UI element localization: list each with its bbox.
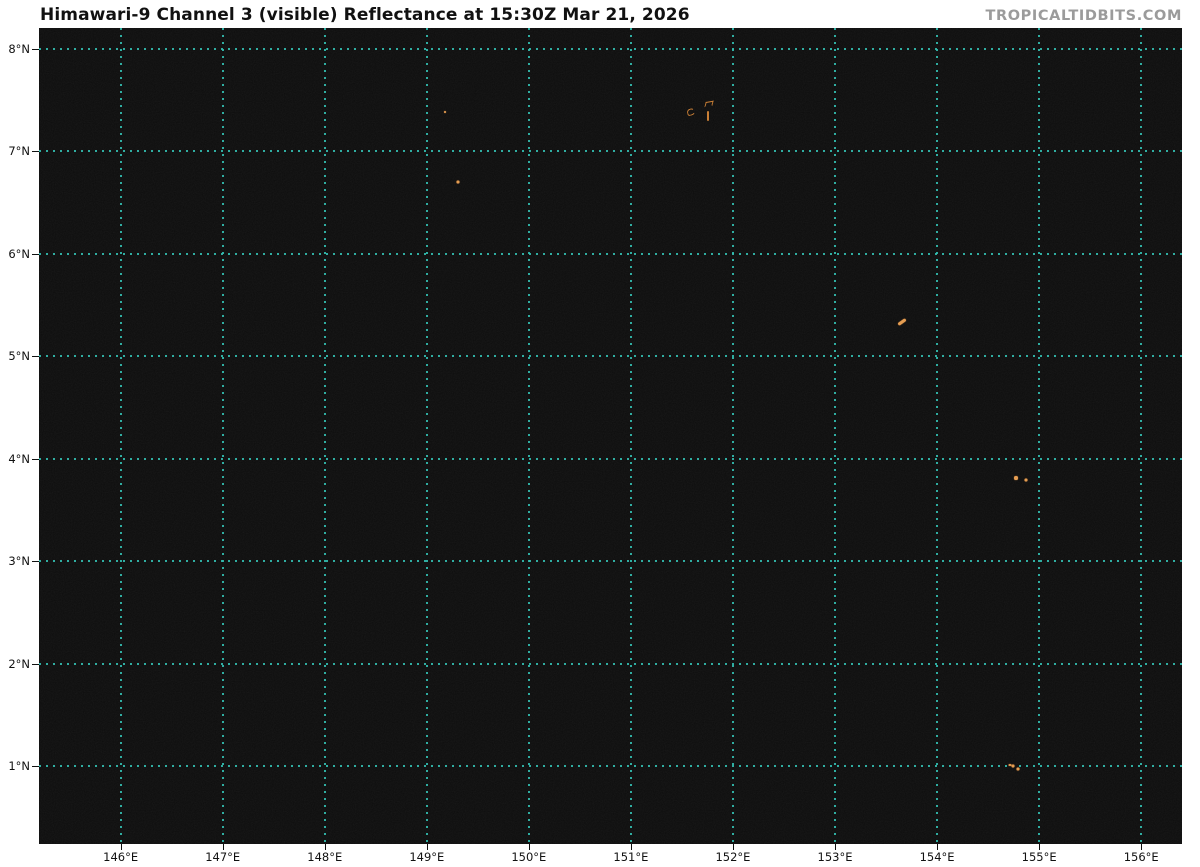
lon-tick-label: 150°E bbox=[511, 850, 547, 864]
graticule-line-lon bbox=[527, 28, 530, 844]
lat-tick-label: 5°N bbox=[8, 349, 30, 364]
island-sliver bbox=[707, 111, 710, 122]
lat-tick-label: 6°N bbox=[8, 246, 30, 261]
lon-axis-tick bbox=[222, 844, 224, 850]
graticule-line-lat bbox=[39, 662, 1182, 665]
page-title: Himawari-9 Channel 3 (visible) Reflectan… bbox=[40, 5, 690, 25]
lon-tick-label: 154°E bbox=[919, 850, 955, 864]
lon-tick-label: 148°E bbox=[307, 850, 343, 864]
lat-axis-tick bbox=[32, 253, 39, 255]
lon-axis-tick bbox=[732, 844, 734, 850]
lon-axis-tick bbox=[426, 844, 428, 850]
lon-tick-label: 152°E bbox=[715, 850, 751, 864]
graticule-line-lat bbox=[39, 252, 1182, 255]
lat-tick-label: 7°N bbox=[8, 144, 30, 158]
lat-tick-label: 8°N bbox=[8, 41, 30, 56]
lat-axis-tick bbox=[32, 663, 39, 665]
graticule-line-lon bbox=[425, 28, 428, 844]
lon-axis-tick bbox=[324, 844, 326, 850]
graticule-line-lon bbox=[119, 28, 122, 844]
graticule-line-lon bbox=[936, 28, 939, 844]
graticule-line-lat bbox=[39, 560, 1182, 563]
lat-axis-tick bbox=[32, 458, 39, 460]
lat-axis-tick bbox=[32, 766, 39, 768]
lat-axis-tick bbox=[32, 151, 39, 152]
lon-axis-tick bbox=[937, 844, 939, 850]
satellite-viewer-page: Himawari-9 Channel 3 (visible) Reflectan… bbox=[0, 0, 1200, 867]
islet-dot bbox=[1024, 478, 1028, 482]
lon-tick-label: 147°E bbox=[205, 850, 241, 864]
lon-tick-label: 153°E bbox=[817, 850, 853, 864]
graticule-line-lon bbox=[1140, 28, 1143, 844]
graticule-line-lat bbox=[39, 47, 1182, 50]
graticule-line-lon bbox=[834, 28, 837, 844]
lon-tick-label: 151°E bbox=[613, 850, 649, 864]
islet-dot bbox=[1011, 764, 1015, 768]
lat-tick-label: 4°N bbox=[8, 451, 30, 466]
graticule-line-lon bbox=[221, 28, 224, 844]
graticule-line-lon bbox=[629, 28, 632, 844]
graticule-line-lon bbox=[323, 28, 326, 844]
islet-dot bbox=[1016, 767, 1020, 771]
graticule-line-lat bbox=[39, 150, 1182, 152]
lon-tick-label: 156°E bbox=[1123, 850, 1159, 864]
lat-axis-tick bbox=[32, 561, 39, 563]
islet-dot bbox=[1013, 476, 1018, 481]
lon-tick-label: 146°E bbox=[103, 850, 139, 864]
lon-axis-tick bbox=[120, 844, 122, 850]
lon-axis-tick bbox=[835, 844, 837, 850]
lat-tick-label: 2°N bbox=[8, 656, 30, 671]
lat-tick-label: 3°N bbox=[8, 554, 30, 569]
islet-dot bbox=[444, 111, 447, 114]
lon-axis-tick bbox=[630, 844, 632, 850]
lat-axis-tick bbox=[32, 356, 39, 358]
lon-axis-tick bbox=[1141, 844, 1143, 850]
brand-link[interactable]: TROPICALTIDBITS.COM bbox=[985, 8, 1182, 24]
graticule-line-lat bbox=[39, 457, 1182, 460]
lon-axis-tick bbox=[528, 844, 530, 850]
lon-axis-tick bbox=[1039, 844, 1041, 850]
satellite-map-canvas bbox=[39, 28, 1182, 844]
lat-tick-label: 1°N bbox=[8, 759, 30, 774]
islet-dot bbox=[456, 180, 460, 184]
lon-tick-label: 149°E bbox=[409, 850, 445, 864]
lat-axis-tick bbox=[32, 48, 39, 50]
graticule-line-lat bbox=[39, 355, 1182, 358]
graticule-line-lon bbox=[731, 28, 734, 844]
lon-tick-label: 155°E bbox=[1021, 850, 1057, 864]
graticule-line-lon bbox=[1038, 28, 1041, 844]
